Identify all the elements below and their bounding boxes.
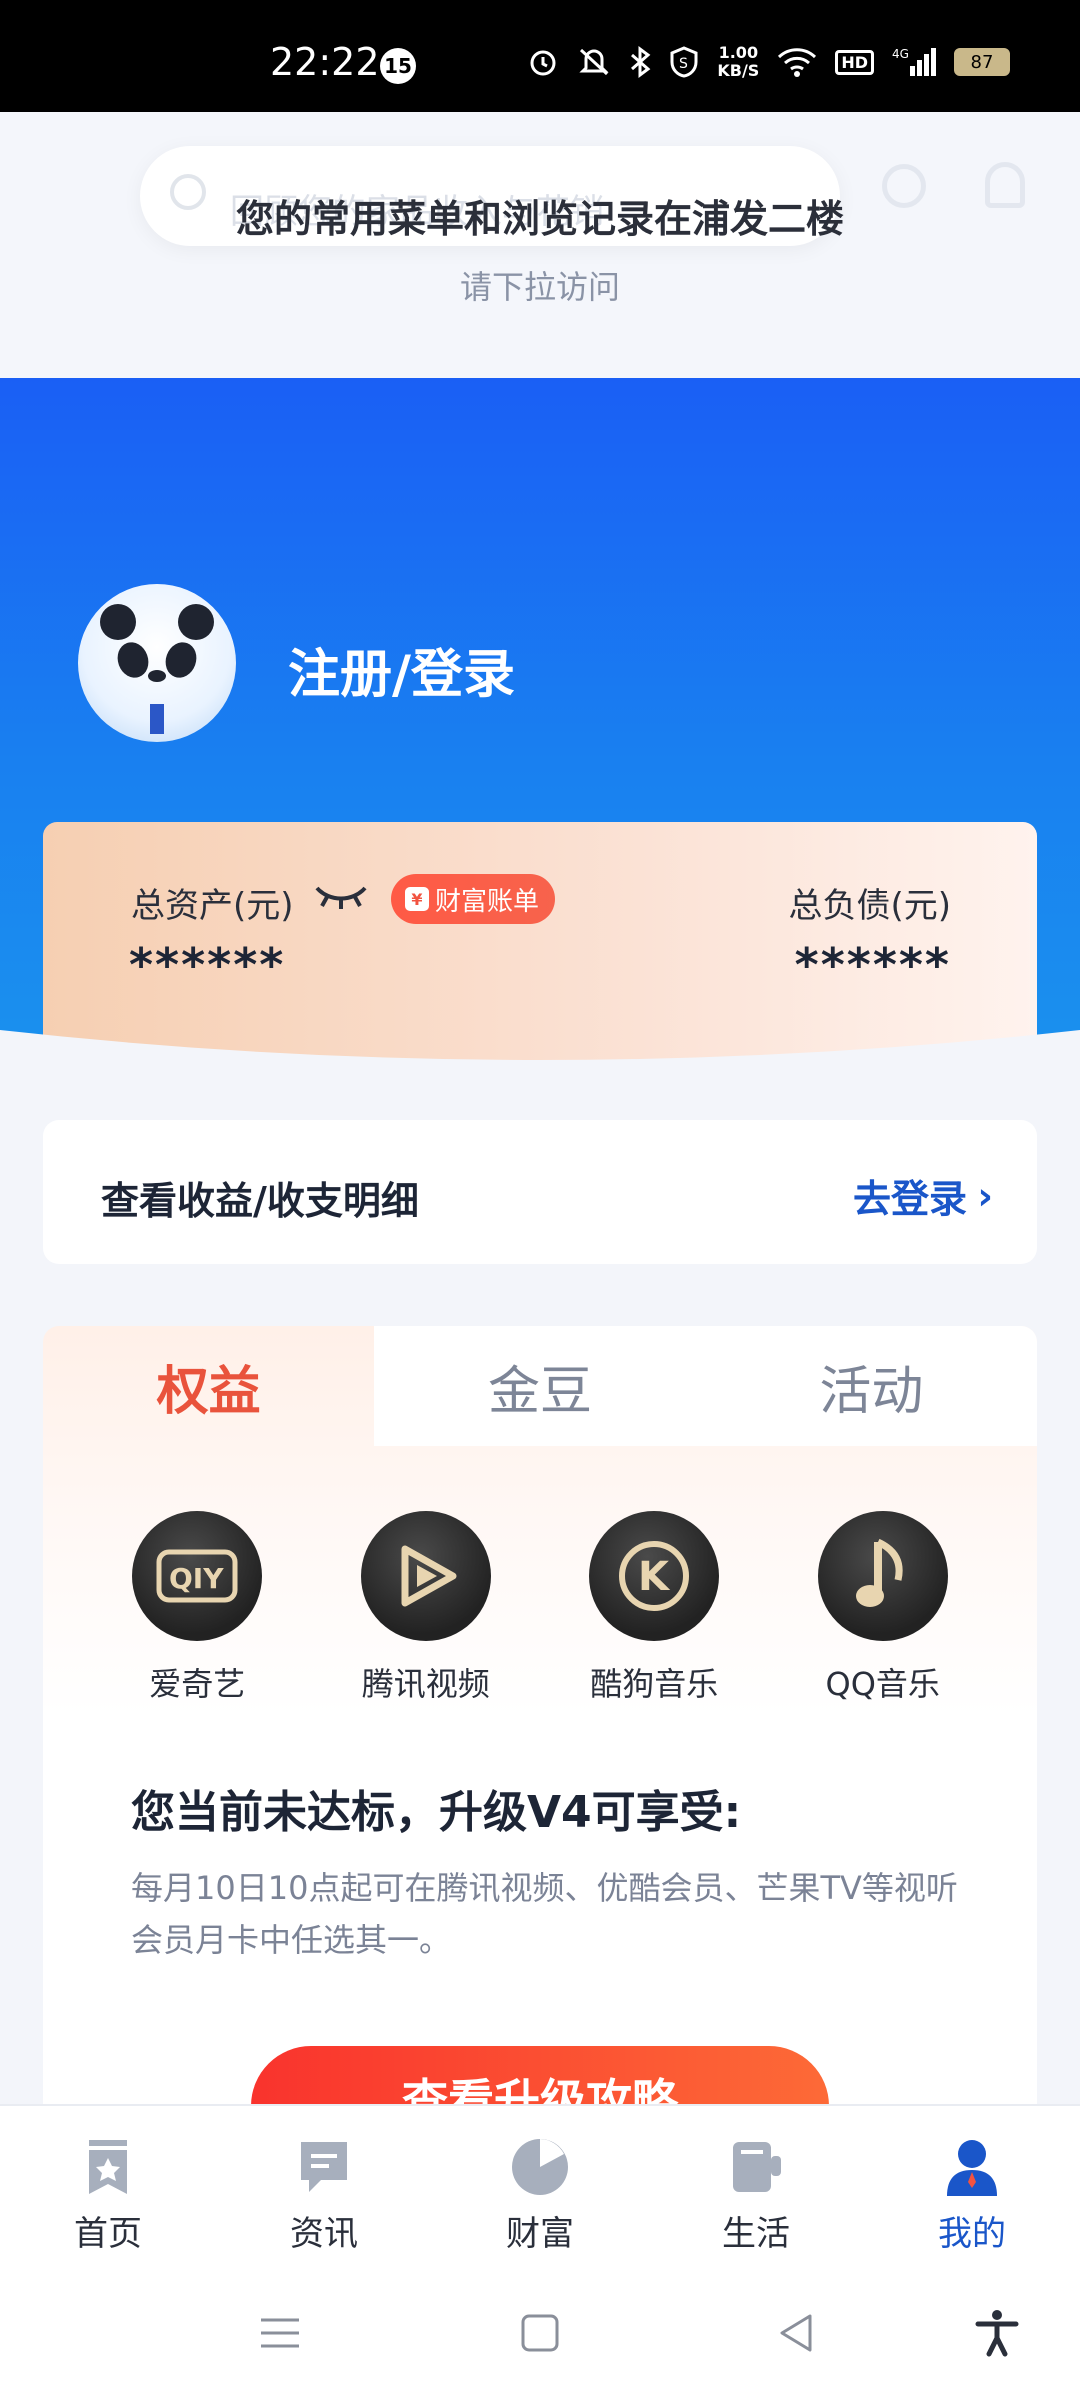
- news-icon: [301, 2142, 347, 2192]
- nav-life[interactable]: 生活: [648, 2106, 864, 2266]
- income-detail-label: 查看收益/收支明细: [101, 1179, 419, 1223]
- total-assets-value: ******: [129, 938, 286, 992]
- upgrade-description: 每月10日10点起可在腾讯视频、优酷会员、芒果TV等视听会员月卡中任选其一。: [131, 1869, 958, 1959]
- tencent-video-icon: [360, 1511, 491, 1641]
- system-nav-bar: [0, 2266, 1080, 2400]
- kugou-music-icon: K: [589, 1511, 720, 1641]
- iqiyi-icon: QIY: [132, 1511, 263, 1641]
- upgrade-title: 您当前未达标，升级V4可享受:: [131, 1787, 742, 1838]
- battery-icon: 87: [954, 48, 1010, 76]
- pull-hint-title: 您的常用菜单和浏览记录在浦发二楼: [235, 197, 844, 241]
- alarm-icon: [530, 50, 556, 76]
- nav-label: 资讯: [290, 2214, 358, 2254]
- brand-label: 酷狗音乐: [590, 1665, 719, 1703]
- hd-icon: HD: [835, 49, 874, 75]
- svg-text:K: K: [638, 1554, 671, 1600]
- login-register-link[interactable]: 注册/登录: [288, 632, 515, 707]
- benefits-tabs: 权益 金豆 活动: [43, 1326, 1037, 1446]
- income-detail-row[interactable]: 查看收益/收支明细 去登录 ›: [43, 1120, 1037, 1264]
- go-login-link[interactable]: 去登录: [853, 1168, 967, 1223]
- nav-label: 生活: [722, 2214, 790, 2254]
- svg-text:S: S: [679, 56, 688, 72]
- panda-eye-right: [160, 637, 202, 683]
- silent-icon: [579, 48, 609, 76]
- status-icons: S 1.00 KB/S HD 4G 87: [527, 44, 1010, 80]
- accessibility-icon[interactable]: [972, 2308, 1022, 2358]
- bluetooth-icon: [631, 46, 651, 78]
- brand-item-iqiyi[interactable]: QIY 爱奇艺: [97, 1511, 297, 1705]
- net-speed: 1.00 KB/S: [717, 44, 759, 80]
- panda-ear-right: [178, 604, 214, 640]
- brand-label: 腾讯视频: [361, 1665, 490, 1703]
- brand-item-kugou[interactable]: K 酷狗音乐: [554, 1511, 754, 1705]
- header-wave: [0, 1030, 1080, 1100]
- nav-wealth[interactable]: 财富: [432, 2106, 648, 2266]
- home-button-icon[interactable]: [515, 2308, 565, 2358]
- nav-label: 我的: [938, 2214, 1006, 2254]
- avatar[interactable]: [78, 584, 236, 742]
- bottom-tab-bar: 首页 资讯 财富 生活 我的: [0, 2104, 1080, 2266]
- tab-benefits[interactable]: 权益: [43, 1326, 374, 1446]
- qq-music-icon: [817, 1511, 948, 1641]
- nav-home[interactable]: 首页: [0, 2106, 216, 2266]
- chevron-right-icon: ›: [977, 1174, 993, 1218]
- upgrade-guide-button[interactable]: 查看升级攻略: [251, 2046, 829, 2106]
- status-bar: 22:22 15 S 1.00 KB/S HD 4G 87: [0, 0, 1080, 112]
- panda-tie: [150, 704, 164, 734]
- nav-label: 首页: [74, 2214, 142, 2254]
- benefits-card: 权益 金豆 活动 QIY 爱奇艺 腾讯视频 K 酷狗音乐 QQ音乐 您当前未达标…: [43, 1326, 1037, 2106]
- nav-news[interactable]: 资讯: [216, 2106, 432, 2266]
- svg-text:4G: 4G: [892, 47, 909, 61]
- signal-icon: 4G: [892, 47, 936, 76]
- brand-item-qq-music[interactable]: QQ音乐: [783, 1511, 983, 1705]
- brand-label: QQ音乐: [825, 1665, 940, 1703]
- tab-gold-beans[interactable]: 金豆: [374, 1326, 706, 1446]
- total-liabilities-value: ******: [794, 938, 951, 992]
- panda-ear-left: [100, 604, 136, 640]
- eye-closed-icon[interactable]: [313, 880, 369, 910]
- net-speed-value: 1.00: [718, 43, 759, 62]
- yen-icon: ¥: [405, 887, 429, 911]
- total-liabilities-label: 总负债(元): [788, 886, 951, 926]
- profile-icon: [947, 2140, 997, 2196]
- wifi-icon: [778, 48, 817, 77]
- status-time: 22:22: [270, 40, 380, 84]
- shield-icon: S: [670, 46, 698, 78]
- net-speed-unit: KB/S: [717, 61, 760, 80]
- back-icon[interactable]: [772, 2308, 822, 2358]
- wealth-bill-button[interactable]: ¥ 财富账单: [391, 874, 556, 924]
- notification-count-badge: 15: [380, 48, 416, 84]
- pull-down-hint[interactable]: 回顾您的家品收入与花销 您的常用菜单和浏览记录在浦发二楼 请下拉访问: [0, 112, 1080, 378]
- nav-label: 财富: [506, 2214, 574, 2254]
- brand-list: QIY 爱奇艺 腾讯视频 K 酷狗音乐 QQ音乐: [43, 1511, 1037, 1705]
- wealth-bill-label: 财富账单: [435, 886, 540, 917]
- life-icon: [733, 2142, 781, 2192]
- brand-label: 爱奇艺: [149, 1665, 246, 1703]
- panda-nose: [148, 670, 166, 682]
- tab-activities[interactable]: 活动: [705, 1326, 1037, 1446]
- svg-text:QIY: QIY: [169, 1562, 224, 1595]
- pull-hint-subtitle: 请下拉访问: [459, 268, 620, 306]
- nav-mine[interactable]: 我的: [864, 2106, 1080, 2266]
- brand-item-tencent-video[interactable]: 腾讯视频: [326, 1511, 526, 1705]
- wealth-icon: [512, 2139, 568, 2195]
- home-icon: [89, 2140, 127, 2194]
- total-assets-label: 总资产(元): [131, 886, 294, 926]
- menu-icon[interactable]: [255, 2308, 305, 2358]
